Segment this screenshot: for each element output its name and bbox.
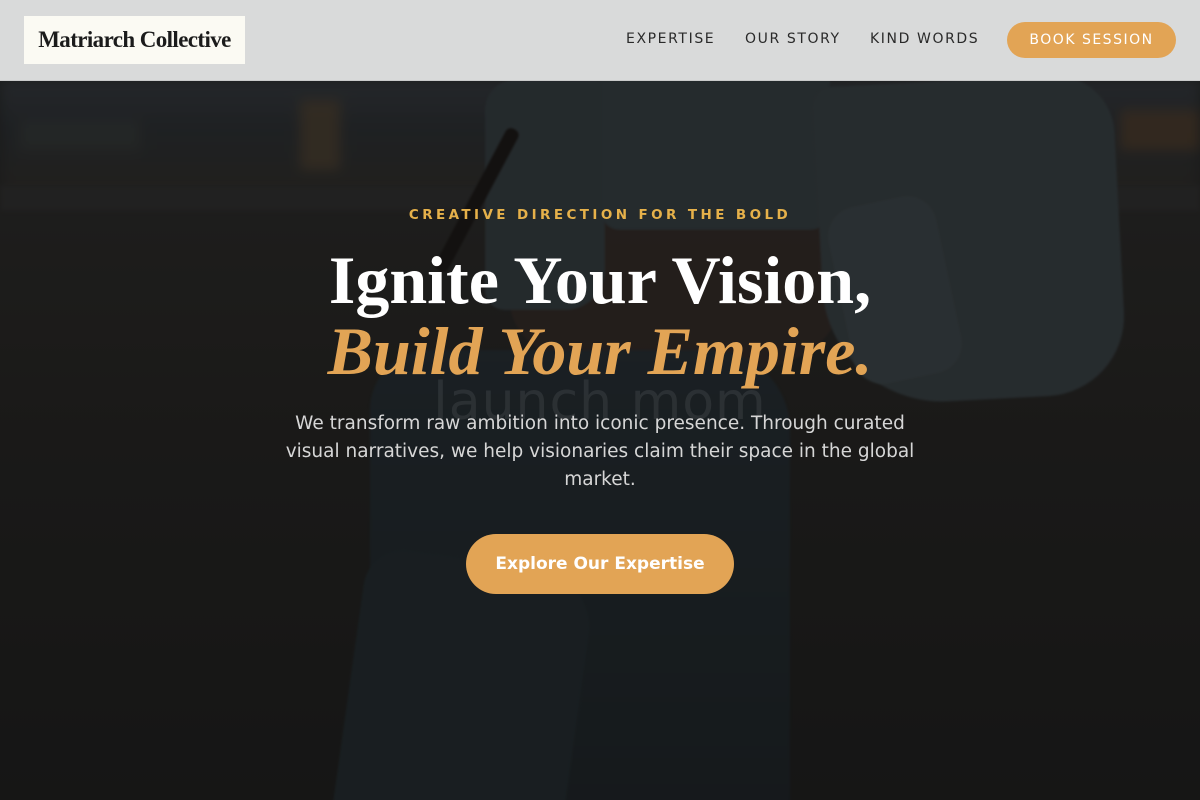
hero-headline-line-2: Build Your Empire. (327, 313, 873, 389)
top-navbar: Matriarch Collective EXPERTISE OUR STORY… (0, 0, 1200, 81)
book-session-button[interactable]: BOOK SESSION (1007, 22, 1176, 58)
hero-background-image: launch mom (0, 0, 1200, 800)
hero-description: We transform raw ambition into iconic pr… (285, 413, 915, 490)
explore-expertise-button[interactable]: Explore Our Expertise (466, 534, 734, 594)
hero-eyebrow: CREATIVE DIRECTION FOR THE BOLD (408, 207, 792, 223)
nav-link-our-story[interactable]: OUR STORY (745, 31, 841, 47)
nav-link-kind-words[interactable]: KIND WORDS (870, 31, 979, 47)
hero-headline-line-1: Ignite Your Vision, (328, 242, 872, 318)
nav-link-expertise[interactable]: EXPERTISE (626, 31, 715, 47)
